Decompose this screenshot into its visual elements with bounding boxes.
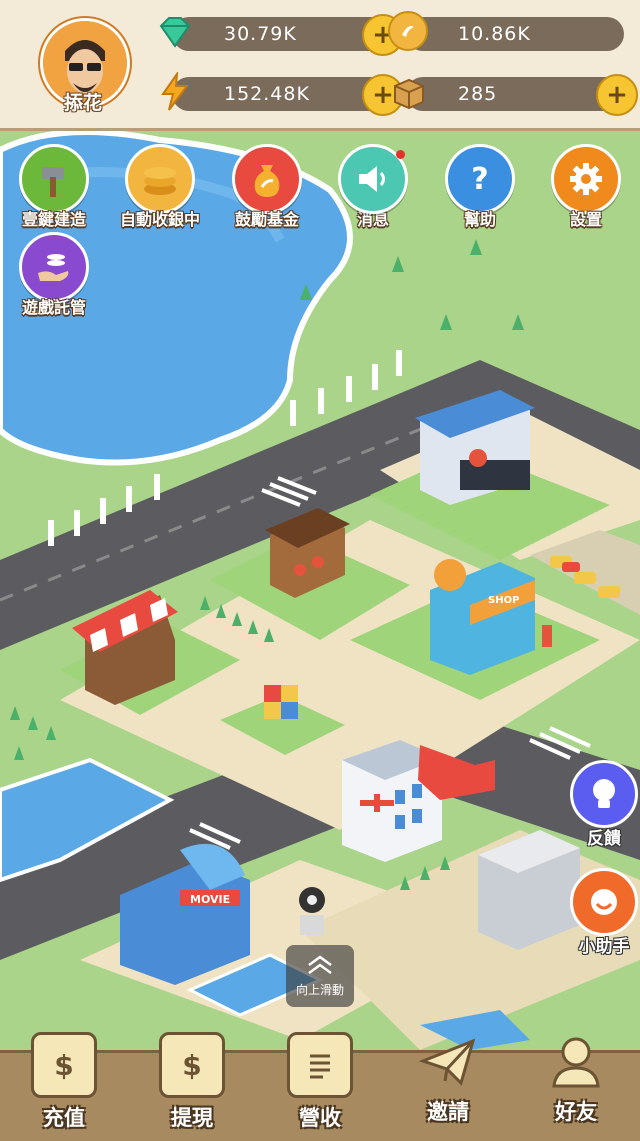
- encouragement-fund-button[interactable]: 鼓勵基金: [217, 144, 317, 230]
- nav-withdraw-label: 提現: [171, 1106, 213, 1130]
- auto-cashier-button[interactable]: 自動收銀中: [110, 144, 210, 230]
- assistant-label: 小助手: [578, 937, 630, 957]
- hand-coins-icon: [19, 232, 89, 302]
- energy-counter: 152.48K +: [161, 72, 404, 116]
- coin-icon: [388, 11, 428, 51]
- feedback-label: 反饋: [587, 829, 621, 849]
- coin-stack-icon: [125, 144, 195, 214]
- swipe-up-label: 向上滑動: [295, 983, 344, 997]
- energy-value: 152.48K: [224, 83, 310, 105]
- assistant-button[interactable]: 小助手: [564, 868, 640, 957]
- gem-value: 30.79K: [224, 23, 297, 45]
- coin-counter: 10.86K: [388, 11, 624, 51]
- question-icon: ?: [445, 144, 515, 214]
- crate-value: 285: [458, 83, 498, 105]
- help-label: 幫助: [463, 210, 496, 229]
- add-crate-button[interactable]: +: [596, 74, 638, 116]
- swipe-up-hint[interactable]: 向上滑動: [286, 945, 354, 1007]
- help-button[interactable]: ? 幫助: [430, 144, 530, 230]
- nav-revenue-label: 營收: [299, 1106, 341, 1130]
- settings-button[interactable]: 設置: [536, 144, 636, 230]
- gem-icon: [154, 11, 196, 53]
- game-hosting-button[interactable]: 遊戲託管: [4, 232, 104, 318]
- svg-text:?: ?: [471, 162, 488, 197]
- gem-counter: 30.79K +: [159, 14, 404, 56]
- settings-label: 設置: [569, 210, 602, 229]
- crate-counter: 285 +: [394, 74, 638, 116]
- nav-recharge[interactable]: $ 充值: [14, 1032, 114, 1132]
- paper-plane-icon: [418, 1032, 478, 1092]
- dollar-card-icon: $: [31, 1032, 97, 1098]
- hammer-icon: [19, 144, 89, 214]
- lightbulb-icon: [570, 760, 638, 828]
- crate-icon: [388, 71, 430, 113]
- player-name: 掭花: [63, 92, 102, 114]
- nav-recharge-label: 充值: [43, 1106, 85, 1130]
- svg-text:SHOP: SHOP: [488, 595, 519, 606]
- auto-cashier-label: 自動收銀中: [119, 210, 200, 229]
- notification-dot: [396, 150, 405, 159]
- dollar-receipt-icon: $: [159, 1032, 225, 1098]
- rubik-sculpture: [264, 685, 298, 719]
- person-icon: [546, 1032, 606, 1092]
- nav-invite[interactable]: 邀請: [398, 1032, 498, 1126]
- gear-icon: [551, 144, 621, 214]
- coin-value: 10.86K: [458, 23, 531, 45]
- nav-friends[interactable]: 好友: [526, 1032, 626, 1126]
- one-click-build-button[interactable]: 壹鍵建造: [4, 144, 104, 230]
- encouragement-fund-label: 鼓勵基金: [234, 210, 299, 229]
- money-bag-icon: [232, 144, 302, 214]
- document-icon: [287, 1032, 353, 1098]
- feedback-button[interactable]: 反饋: [564, 760, 640, 849]
- one-click-build-label: 壹鍵建造: [21, 210, 86, 229]
- assistant-icon: [570, 868, 638, 936]
- svg-text:MOVIE: MOVIE: [190, 893, 230, 906]
- game-hosting-label: 遊戲託管: [21, 298, 86, 317]
- nav-revenue[interactable]: 營收: [270, 1032, 370, 1132]
- nav-invite-label: 邀請: [427, 1100, 469, 1124]
- nav-friends-label: 好友: [555, 1100, 597, 1124]
- messages-button[interactable]: 消息: [323, 144, 423, 230]
- lightning-icon: [154, 71, 196, 113]
- chevron-up-icon: [308, 955, 332, 975]
- nav-withdraw[interactable]: $ 提現: [142, 1032, 242, 1132]
